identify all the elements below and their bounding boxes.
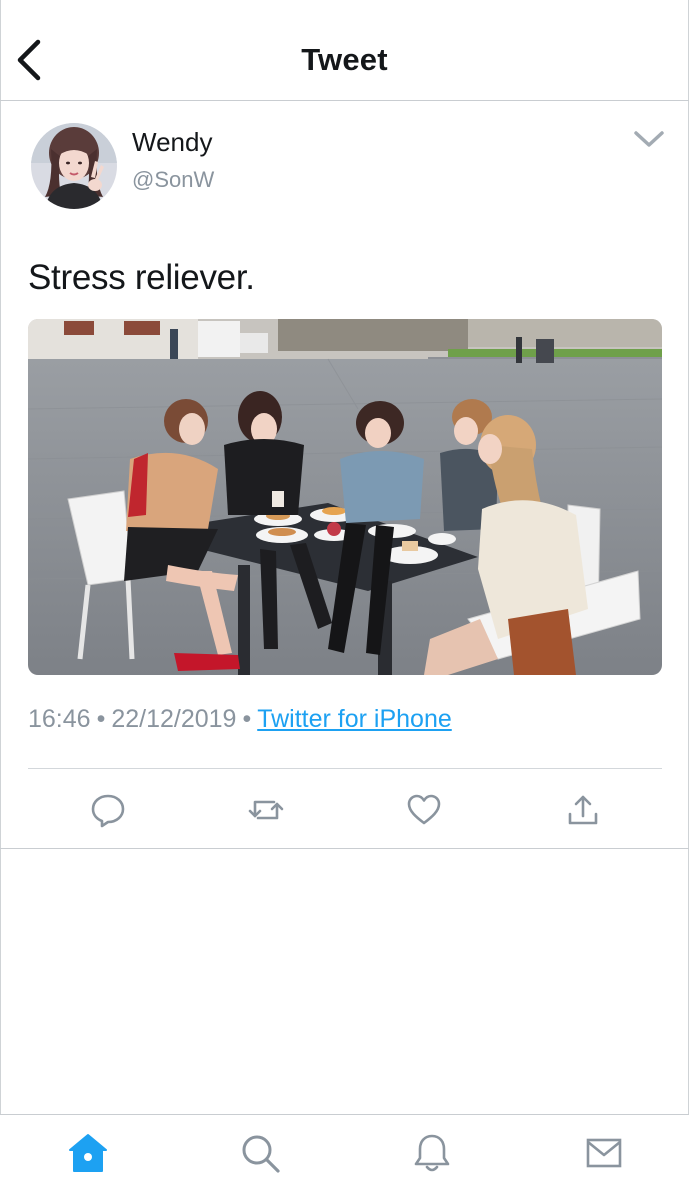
share-button[interactable]: [563, 790, 603, 830]
author-handle: @SonW: [132, 167, 215, 192]
tab-notifications[interactable]: [410, 1131, 454, 1175]
search-icon: [242, 1135, 280, 1173]
like-icon: [407, 794, 441, 825]
like-button[interactable]: [404, 790, 444, 830]
bottom-tab-bar: [0, 1114, 689, 1200]
tab-messages[interactable]: [582, 1131, 626, 1175]
divider: [0, 848, 689, 849]
home-icon: [69, 1134, 107, 1172]
chevron-down-icon: [634, 131, 664, 147]
page-title: Tweet: [301, 42, 388, 77]
reply-icon: [91, 794, 125, 828]
top-nav: Tweet: [0, 0, 689, 101]
avatar-image: [31, 123, 117, 209]
author-name[interactable]: Wendy: [132, 127, 212, 158]
tweet-meta: 16:46 • 22/12/2019 • Twitter for iPhone: [28, 705, 452, 734]
tweet-text: Stress reliever.: [28, 258, 255, 297]
tab-home[interactable]: [66, 1131, 110, 1175]
meta-separator: •: [242, 705, 252, 733]
divider: [28, 768, 662, 769]
tweet-source-link[interactable]: Twitter for iPhone: [257, 705, 452, 733]
photo-image: [28, 319, 662, 675]
messages-icon: [586, 1138, 622, 1168]
share-icon: [568, 795, 598, 825]
tweet-header: Wendy @SonW: [0, 101, 689, 221]
tweet-options-button[interactable]: [630, 123, 668, 153]
notifications-icon: [414, 1134, 450, 1172]
reply-button[interactable]: [88, 790, 128, 830]
avatar[interactable]: [31, 123, 117, 209]
tweet-time: 16:46: [28, 705, 91, 733]
retweet-button[interactable]: [246, 790, 286, 830]
tweet-photo[interactable]: [28, 319, 662, 675]
tweet-actions: [0, 770, 689, 848]
tweet-date: 22/12/2019: [111, 705, 237, 733]
tab-search[interactable]: [238, 1131, 282, 1175]
meta-separator: •: [96, 705, 106, 733]
retweet-icon: [248, 800, 284, 820]
